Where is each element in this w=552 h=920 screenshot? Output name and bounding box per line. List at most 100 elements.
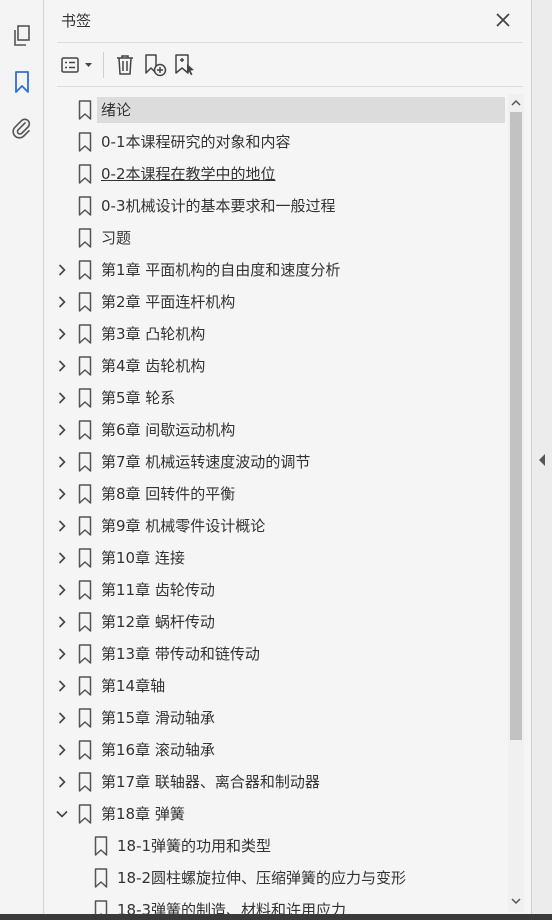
scrollbar-thumb[interactable] — [510, 112, 522, 740]
bookmark-row[interactable]: 第13章 带传动和链传动 — [45, 638, 507, 670]
bookmark-row[interactable]: 第3章 凸轮机构 — [45, 318, 507, 350]
bookmark-item-icon — [78, 260, 92, 280]
bookmark-item-icon — [78, 548, 92, 568]
bookmark-item-icon — [78, 292, 92, 312]
bookmark-row[interactable]: 第17章 联轴器、离合器和制动器 — [45, 766, 507, 798]
bookmark-row[interactable]: 第14章轴 — [45, 670, 507, 702]
bookmark-row[interactable]: 第5章 轮系 — [45, 382, 507, 414]
close-icon[interactable] — [493, 10, 513, 30]
bookmark-item-icon — [78, 644, 92, 664]
bookmark-row[interactable]: 18-2圆柱螺旋拉伸、压缩弹簧的应力与变形 — [45, 862, 507, 894]
chevron-right-icon[interactable] — [55, 455, 69, 469]
chevron-right-icon[interactable] — [55, 327, 69, 341]
bookmark-row[interactable]: 第11章 齿轮传动 — [45, 574, 507, 606]
bookmark-label: 第5章 轮系 — [101, 389, 176, 407]
bookmark-label: 第11章 齿轮传动 — [101, 581, 215, 599]
scrollbar[interactable] — [508, 94, 524, 912]
panel-title: 书签 — [61, 12, 92, 30]
chevron-right-icon[interactable] — [55, 743, 69, 757]
bookmark-row[interactable]: 第10章 连接 — [45, 542, 507, 574]
bookmark-item-icon — [78, 164, 92, 184]
chevron-down-icon[interactable] — [55, 807, 69, 821]
new-bookmark-icon[interactable] — [140, 51, 170, 79]
bookmark-label: 第13章 带传动和链传动 — [101, 645, 260, 663]
bookmark-item-icon — [78, 772, 92, 792]
bookmarks-toolbar — [57, 50, 200, 80]
navigation-rail — [0, 0, 44, 920]
trash-icon[interactable] — [110, 51, 140, 79]
bookmark-item-icon — [94, 900, 108, 914]
bookmark-row[interactable]: 第15章 滑动轴承 — [45, 702, 507, 734]
bookmark-label: 18-2圆柱螺旋拉伸、压缩弹簧的应力与变形 — [117, 869, 407, 887]
bookmark-label: 第15章 滑动轴承 — [101, 709, 215, 727]
bookmark-row[interactable]: 第4章 齿轮机构 — [45, 350, 507, 382]
scroll-down-icon[interactable] — [511, 896, 521, 906]
bookmark-label: 绪论 — [97, 97, 505, 123]
bookmark-label: 18-3弹簧的制造、材料和许用应力 — [117, 901, 347, 914]
bookmark-label: 0-3机械设计的基本要求和一般过程 — [101, 197, 336, 215]
bookmark-label: 第1章 平面机构的自由度和速度分析 — [101, 261, 341, 279]
bookmark-label: 第4章 齿轮机构 — [101, 357, 206, 375]
bookmark-row[interactable]: 第1章 平面机构的自由度和速度分析 — [45, 254, 507, 286]
chevron-right-icon[interactable] — [55, 615, 69, 629]
toolbar-separator — [103, 52, 104, 78]
bookmark-item-icon — [78, 516, 92, 536]
bookmark-row[interactable]: 0-3机械设计的基本要求和一般过程 — [45, 190, 507, 222]
chevron-right-icon[interactable] — [55, 487, 69, 501]
bookmark-item-icon — [78, 740, 92, 760]
bookmark-row[interactable]: 18-1弹簧的功用和类型 — [45, 830, 507, 862]
bookmark-label: 第18章 弹簧 — [101, 805, 185, 823]
collapse-left-icon[interactable] — [537, 452, 547, 466]
chevron-right-icon[interactable] — [55, 551, 69, 565]
chevron-right-icon[interactable] — [55, 775, 69, 789]
bookmark-label: 第6章 间歇运动机构 — [101, 421, 236, 439]
bookmark-icon[interactable] — [10, 70, 34, 94]
bookmark-row[interactable]: 第12章 蜗杆传动 — [45, 606, 507, 638]
chevron-right-icon[interactable] — [55, 711, 69, 725]
add-bookmark-icon[interactable] — [170, 51, 200, 79]
bookmark-label: 第2章 平面连杆机构 — [101, 293, 236, 311]
chevron-right-icon[interactable] — [55, 391, 69, 405]
bookmark-row[interactable]: 0-1本课程研究的对象和内容 — [45, 126, 507, 158]
chevron-right-icon[interactable] — [55, 263, 69, 277]
bookmark-row[interactable]: 习题 — [45, 222, 507, 254]
bookmark-row[interactable]: 第8章 回转件的平衡 — [45, 478, 507, 510]
bookmark-item-icon — [78, 132, 92, 152]
chevron-right-icon[interactable] — [55, 295, 69, 309]
bookmark-item-icon — [78, 452, 92, 472]
bookmark-item-icon — [94, 836, 108, 856]
bookmark-row[interactable]: 第6章 间歇运动机构 — [45, 414, 507, 446]
bookmark-row[interactable]: 第18章 弹簧 — [45, 798, 507, 830]
bookmark-tree: 绪论 0-1本课程研究的对象和内容 0-2本课程在教学中的地位 0-3机械设计的基本要… — [45, 94, 507, 914]
chevron-right-icon[interactable] — [55, 679, 69, 693]
chevron-right-icon[interactable] — [55, 423, 69, 437]
chevron-right-icon[interactable] — [55, 519, 69, 533]
bookmark-label: 第3章 凸轮机构 — [101, 325, 206, 343]
bookmark-row[interactable]: 绪论 — [45, 94, 507, 126]
bookmark-row[interactable]: 0-2本课程在教学中的地位 — [45, 158, 507, 190]
panel-resize-strip[interactable] — [531, 0, 552, 920]
bookmark-row[interactable]: 第2章 平面连杆机构 — [45, 286, 507, 318]
scroll-up-icon[interactable] — [511, 98, 521, 108]
bookmark-row[interactable]: 第16章 滚动轴承 — [45, 734, 507, 766]
options-menu-icon[interactable] — [57, 51, 97, 79]
chevron-right-icon[interactable] — [55, 359, 69, 373]
bookmark-item-icon — [78, 580, 92, 600]
bookmark-row[interactable]: 第7章 机械运转速度波动的调节 — [45, 446, 507, 478]
bookmark-item-icon — [78, 228, 92, 248]
bookmark-row[interactable]: 18-3弹簧的制造、材料和许用应力 — [45, 894, 507, 914]
bookmark-label: 第9章 机械零件设计概论 — [101, 517, 266, 535]
pages-icon[interactable] — [10, 24, 34, 48]
bookmark-item-icon — [78, 420, 92, 440]
bookmark-item-icon — [78, 100, 92, 120]
bookmark-item-icon — [78, 484, 92, 504]
chevron-right-icon[interactable] — [55, 583, 69, 597]
bookmark-row[interactable]: 第9章 机械零件设计概论 — [45, 510, 507, 542]
bookmark-item-icon — [78, 196, 92, 216]
bookmark-item-icon — [78, 324, 92, 344]
attachment-icon[interactable] — [10, 116, 34, 140]
chevron-right-icon[interactable] — [55, 647, 69, 661]
bookmark-label: 18-1弹簧的功用和类型 — [117, 837, 272, 855]
header-divider — [57, 42, 523, 43]
bookmarks-panel: 书签 绪论 0-1本课程研究的对象和内容 0-2本课程在教学中的地位 0-3机械… — [45, 0, 531, 914]
